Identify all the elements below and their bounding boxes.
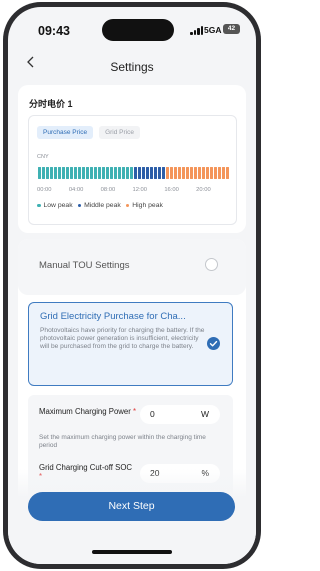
check-icon[interactable] [207, 337, 220, 350]
tou-segment [54, 167, 57, 179]
tou-segment [170, 167, 173, 179]
tou-segment [166, 167, 169, 179]
grid-purchase-option[interactable]: Grid Electricity Purchase for Cha... Pho… [28, 302, 233, 386]
status-time: 09:43 [38, 24, 70, 38]
next-step-button[interactable]: Next Step [28, 492, 235, 521]
tou-segment [158, 167, 161, 179]
tou-segment [206, 167, 209, 179]
time-tick-label: 00:00 [37, 187, 52, 193]
tou-segment [178, 167, 181, 179]
tou-segment [86, 167, 89, 179]
tou-segment [114, 167, 117, 179]
tab-grid-price[interactable]: Grid Price [99, 126, 140, 139]
tou-segment [210, 167, 213, 179]
tou-segment [66, 167, 69, 179]
phone-frame: 09:43 5GA 42 Settings 分时电价 1 Purchase Pr… [3, 2, 261, 569]
max-power-label: Maximum Charging Power * [39, 407, 137, 416]
tou-segment [122, 167, 125, 179]
tou-segment [162, 167, 165, 179]
tou-segment [94, 167, 97, 179]
manual-tou-label: Manual TOU Settings [39, 260, 130, 271]
time-axis: 00:00 04:00 08:00 12:00 16:00 20:00 [37, 187, 232, 195]
tou-segment [186, 167, 189, 179]
time-tick-label: 20:00 [196, 187, 211, 193]
legend-item: High peak [125, 202, 163, 209]
tou-segment [70, 167, 73, 179]
required-mark: * [133, 407, 137, 416]
time-tick-label: 04:00 [68, 187, 84, 193]
manual-tou-option[interactable]: Manual TOU Settings [18, 239, 246, 295]
time-tick-label: 16:00 [164, 187, 179, 193]
tou-segment [130, 167, 133, 179]
price-tabs: Purchase Price Grid Price [37, 126, 140, 139]
tou-segment [38, 167, 41, 179]
tou-segment [42, 167, 45, 179]
tou-segment [98, 167, 101, 179]
time-tick-label: 08:00 [100, 187, 116, 193]
tou-segment [146, 167, 149, 179]
legend-dot-icon [37, 203, 41, 208]
tou-segment [150, 167, 153, 179]
legend-label: Low peak [43, 202, 73, 209]
grid-option-title: Grid Electricity Purchase for Cha... [40, 311, 186, 322]
screen: 09:43 5GA 42 Settings 分时电价 1 Purchase Pr… [8, 7, 256, 564]
dynamic-island [102, 19, 174, 41]
tariff-chart-panel: Purchase Price Grid Price CNY 00:00 04:00… [28, 115, 237, 225]
tou-segment [74, 167, 77, 179]
grid-option-description: Photovoltaics have priority for charging… [40, 327, 205, 351]
tou-segment [174, 167, 177, 179]
tou-segment [222, 167, 225, 179]
max-power-value: 0 [150, 409, 155, 419]
nav-header: Settings [8, 51, 256, 77]
tou-segment [58, 167, 61, 179]
tou-segment [142, 167, 145, 179]
tou-segment [82, 167, 85, 179]
tou-segment [194, 167, 197, 179]
currency-label: CNY [37, 154, 49, 160]
tou-segment [90, 167, 93, 179]
legend-label: High peak [132, 202, 163, 209]
legend-dot-icon [77, 203, 82, 208]
tou-segment [182, 167, 185, 179]
tou-segment [118, 167, 121, 179]
tariff-card: 分时电价 1 Purchase Price Grid Price CNY 00:… [18, 85, 246, 233]
tou-segment [154, 167, 157, 179]
tou-segment [62, 167, 65, 179]
manual-tou-radio[interactable] [205, 258, 218, 271]
legend-dot-icon [125, 203, 130, 208]
network-type: 5GA [204, 25, 222, 35]
tou-segment [202, 167, 205, 179]
tou-segment [102, 167, 105, 179]
max-power-input[interactable]: 0 W [140, 405, 220, 424]
tou-segment [134, 167, 137, 179]
tab-purchase-price[interactable]: Purchase Price [37, 126, 94, 139]
period-legend: Low peak Middle peak High peak [37, 202, 163, 209]
tou-segment [138, 167, 141, 179]
page-title: Settings [110, 60, 154, 74]
max-power-hint: Set the maximum charging power within th… [39, 434, 206, 449]
home-indicator [92, 550, 172, 554]
tou-segment [126, 167, 129, 179]
legend-label: Middle peak [84, 202, 121, 209]
tou-segment [50, 167, 53, 179]
tou-segment [226, 167, 229, 179]
legend-item: Low peak [37, 202, 73, 209]
tou-segment [190, 167, 193, 179]
battery-icon: 42 [223, 24, 240, 34]
tou-segment [78, 167, 81, 179]
status-bar: 09:43 5GA 42 [8, 7, 256, 47]
time-tick-label: 12:00 [132, 187, 148, 193]
tou-segment [198, 167, 201, 179]
tou-segment [218, 167, 221, 179]
tariff-section-title: 分时电价 1 [29, 99, 73, 109]
tou-segment [214, 167, 217, 179]
legend-item: Middle peak [77, 202, 121, 209]
tou-timeline-bar [38, 167, 229, 179]
max-power-unit: W [200, 409, 209, 419]
tou-segment [106, 167, 109, 179]
signal-icon [190, 26, 203, 35]
tou-segment [46, 167, 49, 179]
tou-segment [110, 167, 113, 179]
